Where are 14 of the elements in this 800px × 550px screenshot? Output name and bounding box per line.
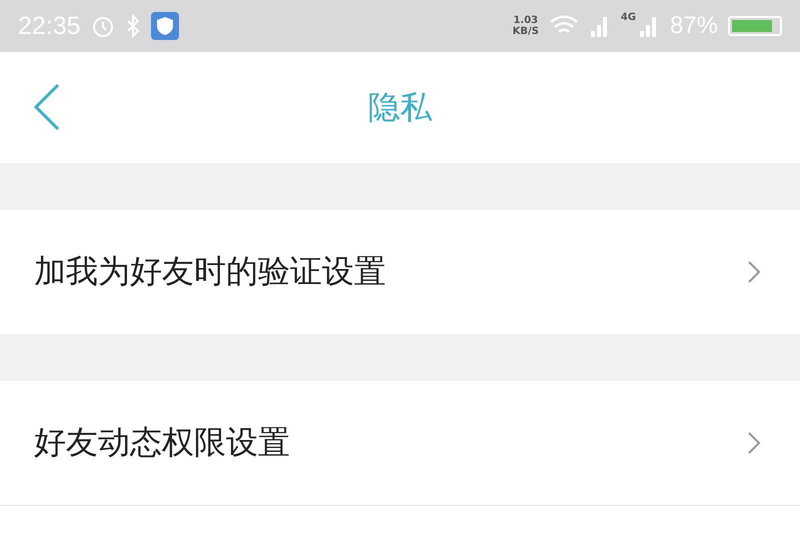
network-type: 4G [620,12,636,23]
shield-icon [150,12,179,40]
network-speed: 1.03 KB/S [512,15,539,37]
settings-row[interactable]: 好友动态权限设置 [0,381,800,505]
settings-row[interactable]: 加我为好友时的验证设置 [0,210,800,334]
chevron-icon [746,430,762,456]
list-row[interactable] [0,505,800,550]
page-title: 隐私 [368,86,432,128]
row-label: 加我为好友时的验证设置 [34,251,387,292]
row-label: 好友动态权限设置 [34,422,291,463]
bluetooth-icon [124,14,141,38]
battery-icon [728,16,782,36]
chevron-icon [746,259,762,285]
alarm-icon [90,14,115,38]
